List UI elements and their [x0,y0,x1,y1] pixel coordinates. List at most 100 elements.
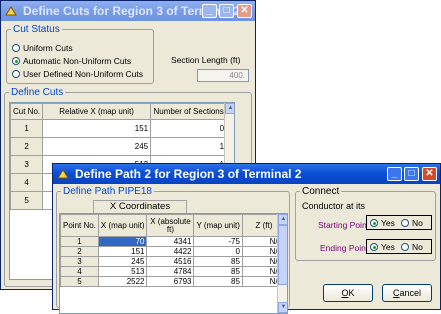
cut-number-cell: 2 [10,137,44,156]
x-absolute-cell[interactable]: 4422 [146,246,195,257]
radio-label: No [412,242,423,252]
radio-indicator [12,57,20,65]
table-row: 2 151 4422 0 N/A [60,246,286,257]
radio-user-defined-non-uniform-cuts[interactable]: User Defined Non-Uniform Cuts [12,69,143,79]
column-header[interactable]: Point No. [60,214,99,237]
point-number-cell: 1 [60,236,99,247]
ending-point-label: Ending Point: [320,243,371,253]
cancel-button[interactable]: Cancel [382,284,432,302]
maximize-icon[interactable]: □ [219,4,234,18]
define-path-window: Define Path 2 for Region 3 of Terminal 2… [52,163,441,314]
starting-yes-radio[interactable]: Yes [370,218,395,228]
relative-x-cell[interactable]: 245 [42,137,152,156]
radio-label: Yes [381,242,395,252]
scroll-down-icon[interactable]: ▼ [278,302,287,313]
close-icon[interactable]: ✕ [422,167,437,181]
y-map-cell[interactable]: -75 [193,236,243,247]
radio-indicator [12,44,20,52]
column-header[interactable]: Y (map unit) [193,214,243,237]
table-row: 4 513 4784 85 N/A [60,266,286,277]
radio-label: No [412,218,423,228]
table-row: 5 2522 6793 85 N/A [60,276,286,287]
x-absolute-cell[interactable]: 4784 [146,266,195,277]
define-path-legend: Define Path PIPE18 [63,186,152,197]
cut-status-group: Cut Status Uniform Cuts Automatic Non-Un… [6,24,154,84]
scroll-up-icon[interactable]: ▲ [278,214,287,225]
y-map-cell[interactable]: 85 [193,276,243,287]
point-number-cell: 2 [60,246,99,257]
sections-cell[interactable]: 0 [150,119,228,138]
radio-label: Automatic Non-Uniform Cuts [23,56,132,66]
path-table-scrollbar[interactable]: ▲ ▼ [277,214,287,313]
radio-indicator [12,70,20,78]
table-row: 2 245 1 [10,137,228,156]
cut-status-legend: Cut Status [13,24,60,35]
starting-no-radio[interactable]: No [401,218,423,228]
minimize-icon[interactable]: _ [202,4,217,18]
section-length-input[interactable]: 400. [197,69,249,82]
relative-x-cell[interactable]: 151 [42,119,152,138]
ending-point-toggle: Yes No [366,239,432,254]
column-header[interactable]: Relative X (map unit) [42,103,152,120]
column-header[interactable]: Number of Sections [150,103,228,120]
radio-automatic-non-uniform-cuts[interactable]: Automatic Non-Uniform Cuts [12,56,131,66]
x-map-cell[interactable]: 151 [97,246,148,257]
ending-no-radio[interactable]: No [401,242,423,252]
cut-number-cell: 1 [10,119,44,138]
x-absolute-cell[interactable]: 4516 [146,256,195,267]
ok-mnemonic: O [341,288,349,298]
ok-button[interactable]: OK [323,284,373,302]
x-map-cell[interactable]: 513 [97,266,148,277]
table-row: 1 70 4341 -75 N/A [60,236,286,247]
sections-cell[interactable]: 1 [150,137,228,156]
x-map-cell[interactable]: 2522 [97,276,148,287]
point-number-cell: 5 [60,276,99,287]
define-path-group: Define Path PIPE18 X Coordinates Point N… [56,186,290,314]
cut-number-cell: 5 [10,191,44,210]
radio-indicator [401,219,409,227]
cut-number-cell: 4 [10,173,44,192]
define-path-titlebar[interactable]: Define Path 2 for Region 3 of Terminal 2… [53,164,440,184]
define-cuts-titlebar[interactable]: Define Cuts for Region 3 of Terminal 2 _… [1,1,255,21]
scroll-thumb[interactable] [278,225,287,285]
starting-point-label: Starting Point: [318,220,372,230]
scroll-up-icon[interactable]: ▲ [225,103,234,114]
cancel-label: ancel [399,288,421,298]
connect-legend: Connect [302,186,340,197]
table-row: 1 151 0 [10,119,228,138]
column-header[interactable]: Cut No. [10,103,44,120]
path-points-table[interactable]: Point No. X (map unit) X (absolute ft) Y… [59,213,288,314]
radio-label: Yes [381,218,395,228]
close-icon[interactable]: ✕ [237,4,252,18]
y-map-cell[interactable]: 85 [193,266,243,277]
starting-point-toggle: Yes No [366,215,432,230]
app-icon [5,6,17,16]
x-map-cell[interactable]: 245 [97,256,148,267]
maximize-icon[interactable]: □ [404,167,419,181]
point-number-cell: 4 [60,266,99,277]
column-header[interactable]: X (map unit) [97,214,148,237]
radio-indicator [370,219,378,227]
minimize-icon[interactable]: _ [387,167,402,181]
connect-group: Connect Conductor at its Starting Point:… [295,186,436,261]
x-absolute-cell[interactable]: 4341 [146,236,195,247]
connect-description: Conductor at its [302,201,366,211]
x-absolute-cell[interactable]: 6793 [146,276,195,287]
point-number-cell: 3 [60,256,99,267]
ending-yes-radio[interactable]: Yes [370,242,395,252]
column-header[interactable]: X (absolute ft) [146,214,195,237]
y-map-cell[interactable]: 0 [193,246,243,257]
define-cuts-legend: Define Cuts [11,87,64,98]
radio-uniform-cuts[interactable]: Uniform Cuts [12,43,73,53]
x-coordinates-header: X Coordinates [93,200,187,214]
ok-label: K [348,288,355,298]
radio-indicator [370,243,378,251]
section-length-label: Section Length (ft) [171,55,241,65]
radio-indicator [401,243,409,251]
x-map-cell[interactable]: 70 [97,236,148,247]
app-icon [57,169,69,179]
define-path-title: Define Path 2 for Region 3 of Terminal 2 [75,167,302,181]
radio-label: Uniform Cuts [23,43,73,53]
y-map-cell[interactable]: 85 [193,256,243,267]
radio-label: User Defined Non-Uniform Cuts [23,69,143,79]
